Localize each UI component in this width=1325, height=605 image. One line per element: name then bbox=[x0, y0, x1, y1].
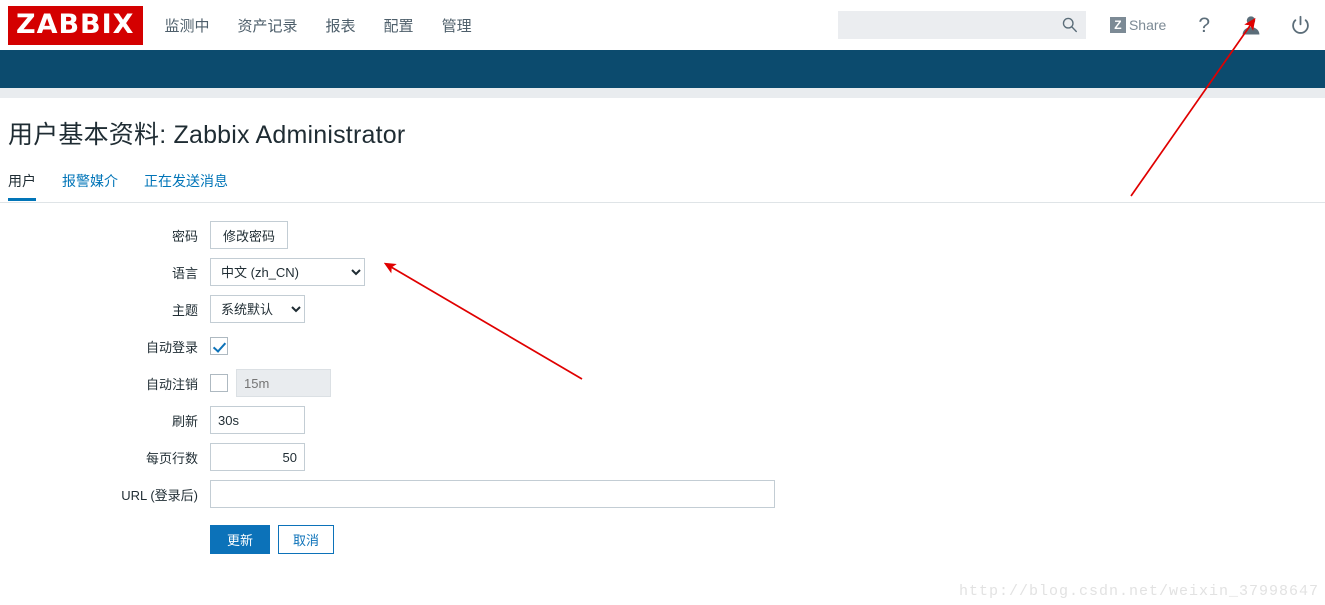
nav-item-configuration[interactable]: 配置 bbox=[384, 15, 414, 36]
zabbix-logo[interactable]: ZABBIX bbox=[8, 5, 143, 45]
form-row-refresh: 刷新 bbox=[0, 406, 1325, 434]
refresh-label: 刷新 bbox=[171, 413, 198, 429]
form-row-rows-per-page: 每页行数 bbox=[0, 443, 1325, 471]
auto-login-checkbox[interactable] bbox=[210, 337, 228, 355]
content-top-strip bbox=[0, 88, 1325, 98]
header-actions: Z Share ? bbox=[837, 11, 1311, 39]
tab-bar: 用户 报警媒介 正在发送消息 bbox=[0, 171, 1325, 203]
nav-item-monitoring[interactable]: 监测中 bbox=[165, 15, 210, 36]
form-row-actions: 更新 取消 bbox=[0, 525, 1325, 554]
language-label: 语言 bbox=[171, 265, 198, 281]
form-row-language: 语言 中文 (zh_CN) bbox=[0, 258, 1325, 286]
user-profile-form: 密码 修改密码 语言 中文 (zh_CN) 主题 系统默认 自动登录 自动注销 bbox=[0, 203, 1325, 554]
theme-label: 主题 bbox=[171, 302, 198, 318]
top-header-bar: ZABBIX 监测中 资产记录 报表 配置 管理 Z Share ? bbox=[0, 0, 1325, 50]
tab-messaging[interactable]: 正在发送消息 bbox=[144, 171, 228, 200]
form-row-url-after-login: URL (登录后) bbox=[0, 480, 1325, 508]
theme-select[interactable]: 系统默认 bbox=[210, 295, 305, 323]
user-profile-icon[interactable] bbox=[1240, 14, 1262, 36]
change-password-button[interactable]: 修改密码 bbox=[210, 221, 289, 249]
form-row-auto-login: 自动登录 bbox=[0, 332, 1325, 360]
password-label: 密码 bbox=[171, 228, 198, 244]
update-button[interactable]: 更新 bbox=[210, 525, 271, 554]
auto-login-label: 自动登录 bbox=[145, 339, 198, 355]
auto-logout-label: 自动注销 bbox=[145, 376, 198, 392]
share-link[interactable]: Z Share bbox=[1109, 17, 1167, 33]
global-search[interactable] bbox=[837, 11, 1086, 39]
tab-user[interactable]: 用户 bbox=[8, 171, 36, 201]
nav-item-inventory[interactable]: 资产记录 bbox=[238, 15, 298, 36]
share-label: Share bbox=[1128, 17, 1167, 33]
rows-per-page-label: 每页行数 bbox=[145, 450, 198, 466]
power-logout-icon[interactable] bbox=[1290, 15, 1311, 36]
cancel-button[interactable]: 取消 bbox=[278, 525, 335, 554]
watermark-text: http://blog.csdn.net/weixin_37998647 bbox=[958, 583, 1319, 600]
header-color-band bbox=[0, 50, 1325, 88]
language-select[interactable]: 中文 (zh_CN) bbox=[210, 258, 365, 286]
form-row-auto-logout: 自动注销 bbox=[0, 369, 1325, 397]
nav-item-reports[interactable]: 报表 bbox=[326, 15, 356, 36]
help-icon[interactable]: ? bbox=[1198, 15, 1210, 36]
share-icon: Z bbox=[1109, 17, 1126, 33]
nav-item-administration[interactable]: 管理 bbox=[442, 15, 472, 36]
url-after-login-label: URL (登录后) bbox=[121, 487, 198, 503]
auto-logout-input bbox=[236, 369, 331, 397]
main-navigation: 监测中 资产记录 报表 配置 管理 bbox=[165, 15, 472, 36]
auto-logout-checkbox[interactable] bbox=[210, 374, 228, 392]
form-row-theme: 主题 系统默认 bbox=[0, 295, 1325, 323]
rows-per-page-input[interactable] bbox=[210, 443, 305, 471]
page-title: 用户基本资料: Zabbix Administrator bbox=[8, 121, 406, 149]
refresh-input[interactable] bbox=[210, 406, 305, 434]
form-row-password: 密码 修改密码 bbox=[0, 221, 1325, 249]
tab-media[interactable]: 报警媒介 bbox=[62, 171, 118, 200]
search-input[interactable] bbox=[837, 12, 1086, 38]
url-after-login-input[interactable] bbox=[210, 480, 775, 508]
